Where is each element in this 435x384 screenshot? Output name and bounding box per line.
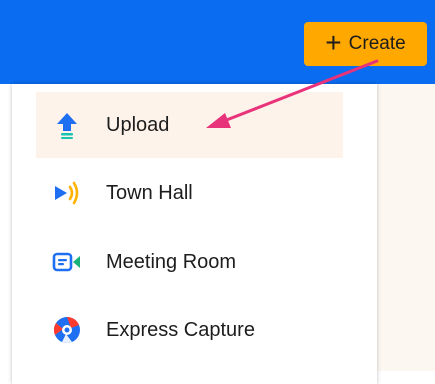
menu-item-town-hall[interactable]: Town Hall — [36, 160, 343, 226]
camera-aperture-icon — [52, 315, 82, 345]
create-button[interactable]: + Create — [304, 22, 427, 66]
upload-icon — [52, 110, 82, 140]
menu-item-upload[interactable]: Upload — [36, 92, 343, 158]
menu-item-label: Town Hall — [106, 181, 193, 204]
menu-item-label: Express Capture — [106, 318, 255, 341]
menu-item-label: Meeting Room — [106, 250, 237, 273]
create-dropdown-menu: Upload Town Hall Meeting Room Express Ca… — [12, 84, 377, 384]
create-button-label: Create — [348, 33, 406, 54]
plus-icon: + — [325, 26, 342, 58]
video-camera-icon — [52, 247, 82, 277]
menu-item-meeting-room[interactable]: Meeting Room — [36, 229, 343, 295]
menu-item-express-capture[interactable]: Express Capture — [36, 297, 343, 363]
page-background-panel — [375, 84, 435, 371]
broadcast-icon — [52, 178, 82, 208]
menu-item-label: Upload — [106, 113, 170, 136]
